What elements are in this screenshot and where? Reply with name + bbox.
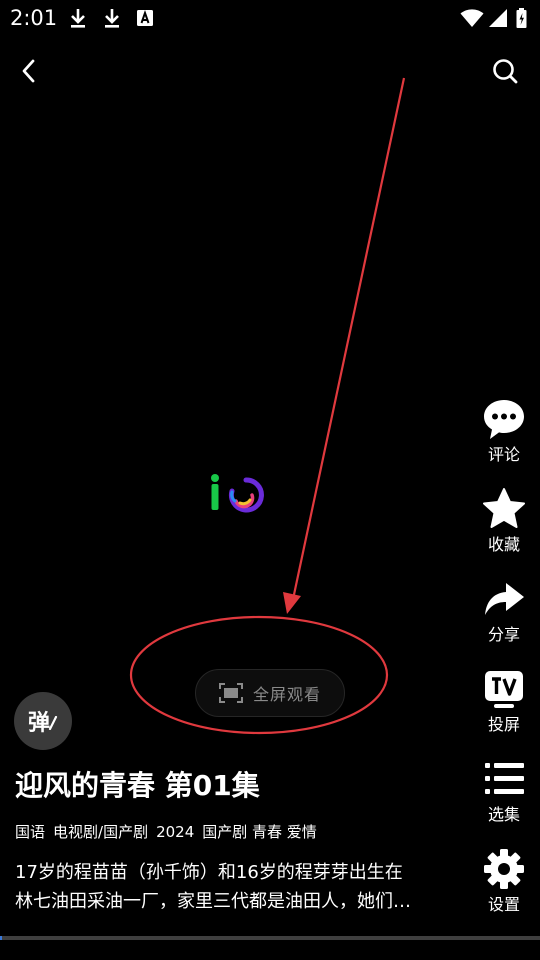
tag-language[interactable]: 国语 <box>15 820 45 844</box>
search-button[interactable] <box>486 52 524 90</box>
status-bar: 2:01 <box>0 0 540 36</box>
cast-button[interactable]: 投屏 <box>468 665 540 743</box>
favorite-button[interactable]: 收藏 <box>468 485 540 563</box>
loading-logo-icon <box>211 474 264 513</box>
episodes-button[interactable]: 选集 <box>468 755 540 833</box>
wifi-icon <box>460 9 484 27</box>
share-label: 分享 <box>487 625 520 644</box>
episode-title: 迎风的青春 第01集 <box>15 769 260 802</box>
status-time: 2:01 <box>10 6 58 30</box>
share-button[interactable]: 分享 <box>468 575 540 653</box>
annotation-overlay <box>129 77 406 735</box>
gear-icon <box>484 849 524 889</box>
comment-icon <box>484 400 524 439</box>
comment-button[interactable]: 评论 <box>468 395 540 473</box>
fullscreen-button[interactable]: 全屏观看 <box>195 669 345 717</box>
episodes-label: 选集 <box>487 805 520 824</box>
download-icon <box>105 9 119 28</box>
playback-progress-bar[interactable] <box>0 936 540 940</box>
favorite-label: 收藏 <box>487 535 520 554</box>
tag-category[interactable]: 电视剧/国产剧 <box>53 820 148 844</box>
tag-year[interactable]: 2024 <box>156 820 194 844</box>
tag-list: 国语 电视剧/国产剧 2024 国产剧 青春 爱情 <box>15 820 317 844</box>
back-button[interactable] <box>10 52 48 90</box>
fullscreen-icon <box>218 683 243 703</box>
chevron-left-icon <box>22 59 35 83</box>
video-player-screen: 2:01 全屏观看 评论 收藏 分享 投屏 选集 设置 弹 迎风的青春 第01集… <box>0 0 540 960</box>
cast-label: 投屏 <box>487 715 520 734</box>
comment-label: 评论 <box>487 445 520 464</box>
episode-description[interactable]: 17岁的程苗苗（孙千饰）和16岁的程芽芽出生在林七油田采油一厂，家里三代都是油田… <box>15 858 415 916</box>
tag-genres[interactable]: 国产剧 青春 爱情 <box>202 820 317 844</box>
search-icon <box>493 59 518 84</box>
playback-progress-fill <box>0 936 3 940</box>
fullscreen-label: 全屏观看 <box>252 685 321 704</box>
danmaku-slash-icon <box>48 716 58 730</box>
danmaku-label: 弹 <box>27 711 50 736</box>
settings-label: 设置 <box>487 895 520 914</box>
settings-button[interactable]: 设置 <box>468 845 540 923</box>
battery-charging-icon <box>516 8 527 28</box>
annotation-arrow-line <box>290 77 406 605</box>
download-icon <box>71 9 85 28</box>
signal-icon <box>489 9 507 27</box>
share-icon <box>485 583 524 615</box>
list-icon <box>485 763 524 794</box>
text-notification-icon <box>137 9 153 26</box>
tv-icon <box>485 671 523 708</box>
annotation-arrow-head <box>283 592 301 614</box>
danmaku-toggle-button[interactable]: 弹 <box>14 692 72 750</box>
star-icon <box>483 488 525 528</box>
